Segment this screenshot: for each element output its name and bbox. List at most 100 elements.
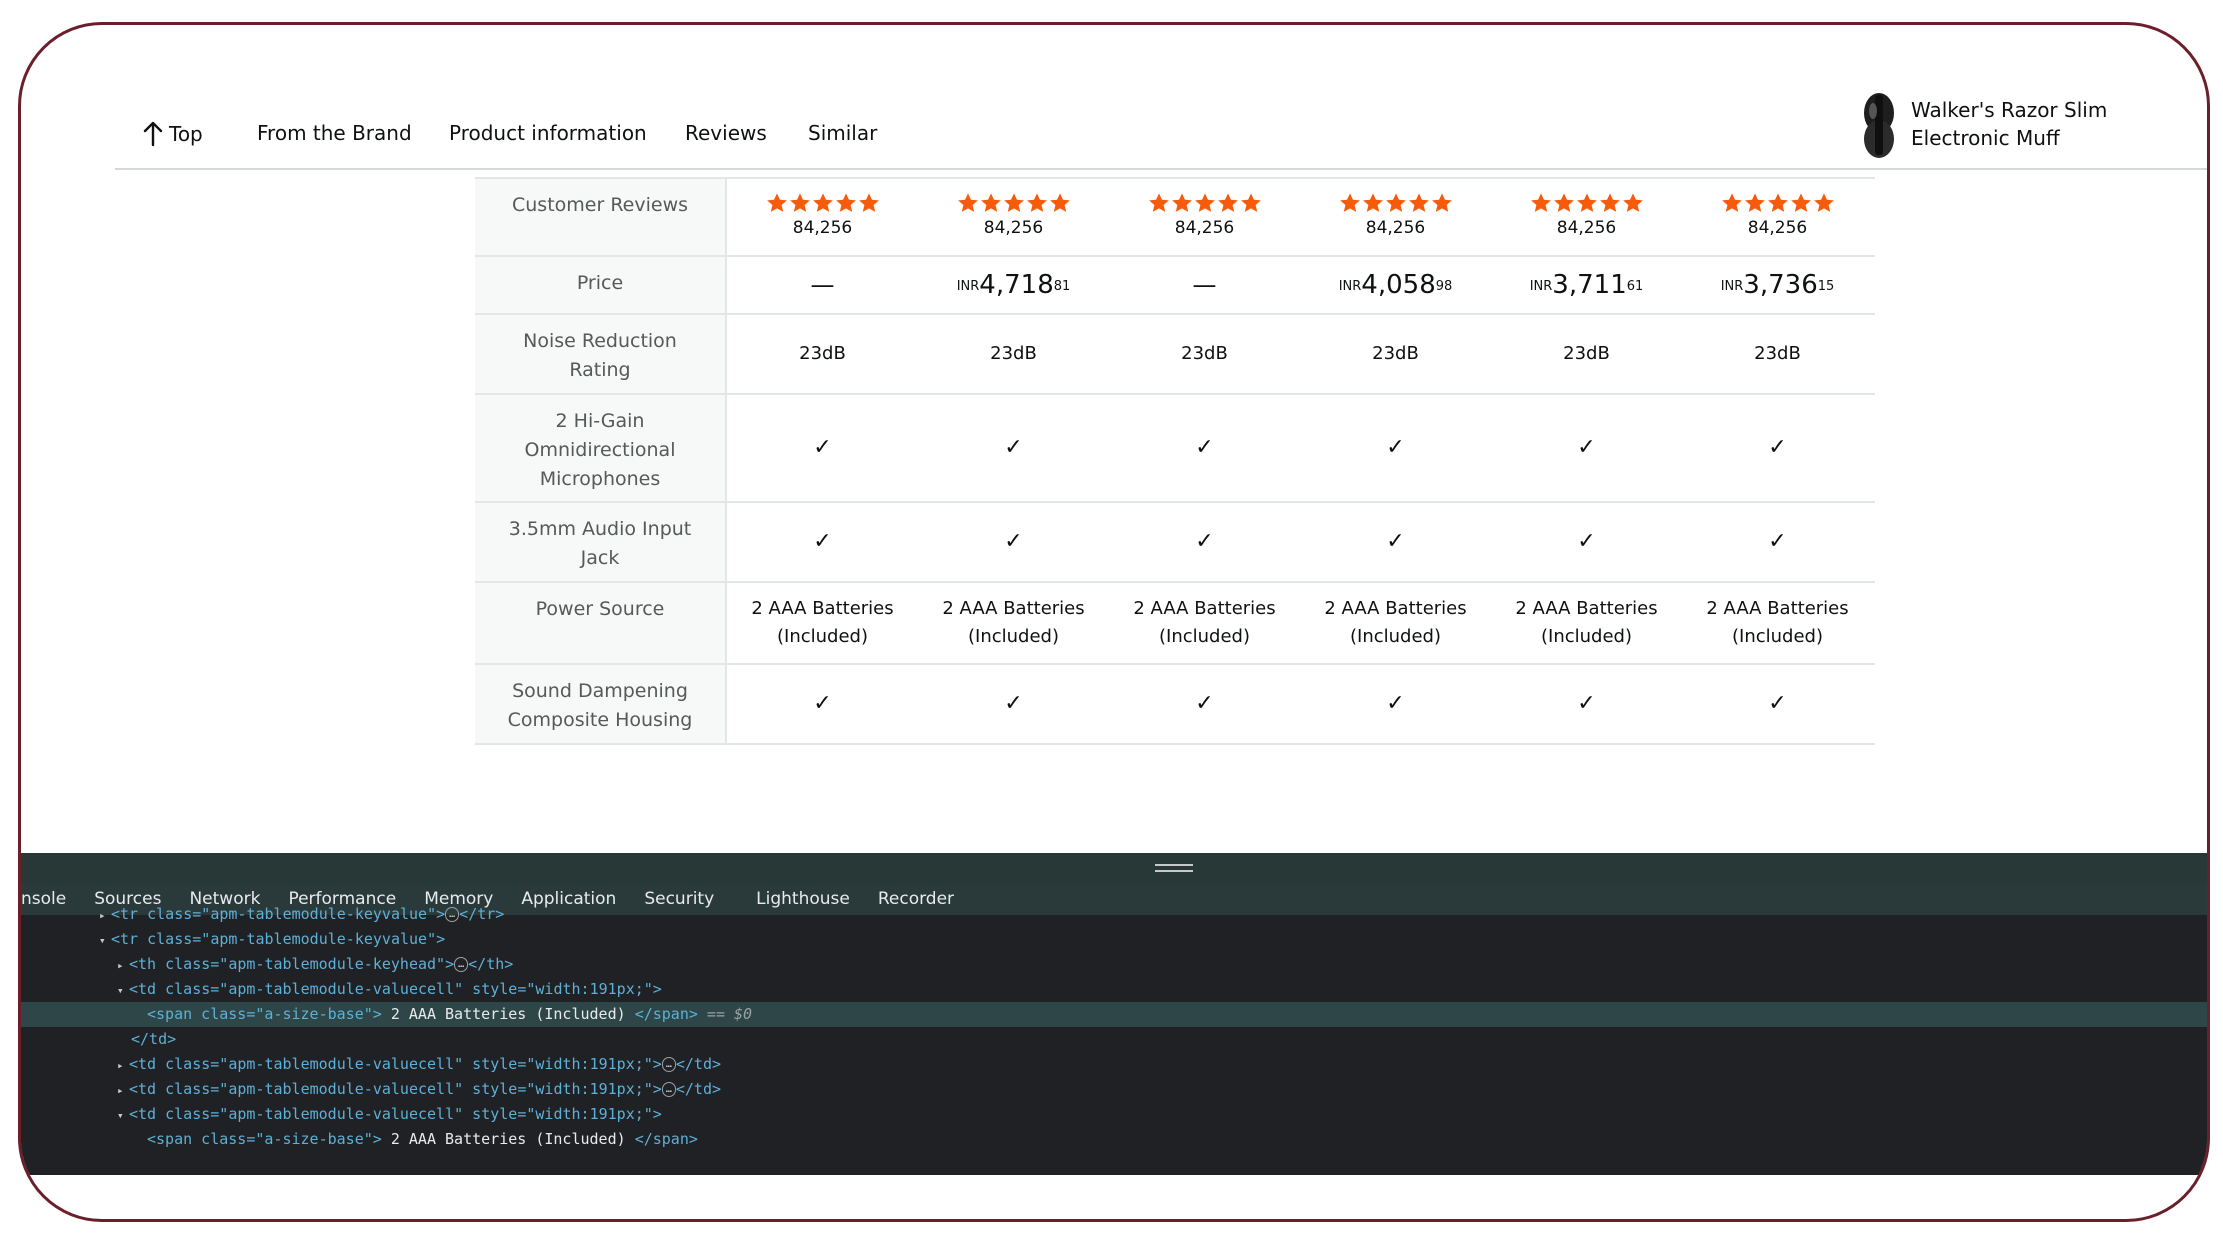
- star-icon: [789, 193, 810, 212]
- collapse-arrow-icon[interactable]: ▾: [99, 928, 111, 953]
- check-mark: ✓: [1386, 691, 1405, 716]
- star-icon: [1148, 193, 1169, 212]
- expand-arrow-icon[interactable]: ▸: [117, 1053, 129, 1078]
- row-label: Customer Reviews: [475, 179, 727, 255]
- check-mark: ✓: [1577, 529, 1596, 554]
- review-count: 84,256: [1174, 218, 1235, 238]
- review-cell[interactable]: 84,256: [1300, 179, 1491, 255]
- star-icon: [1767, 193, 1788, 212]
- dom-node-row[interactable]: ▾ <td class="apm-tablemodule-valuecell" s…: [21, 1102, 2207, 1127]
- check-mark: ✓: [1004, 691, 1023, 716]
- row-noise-reduction: Noise Reduction Rating 23dB 23dB 23dB 23…: [475, 315, 1875, 395]
- section-nav-bar: Top From the Brand Product information R…: [21, 25, 2207, 170]
- check-mark: ✓: [1004, 435, 1023, 460]
- nav-link-product-information[interactable]: Product information: [449, 121, 647, 145]
- star-icon: [858, 193, 879, 212]
- expand-arrow-icon[interactable]: ▸: [117, 953, 129, 978]
- review-count: 84,256: [792, 218, 853, 238]
- check-mark: ✓: [1768, 529, 1787, 554]
- star-icon: [1049, 193, 1070, 212]
- dom-node-row[interactable]: ▾ <tr class="apm-tablemodule-keyvalue">: [21, 927, 2207, 952]
- star-icon: [1744, 193, 1765, 212]
- price-value: INR3,71161: [1530, 271, 1644, 299]
- sticky-product-title[interactable]: Walker's Razor Slim Electronic Muff: [1911, 96, 2207, 152]
- price-fraction: 15: [1817, 279, 1835, 294]
- collapse-arrow-icon[interactable]: ▾: [117, 1103, 129, 1128]
- price-currency: INR: [1529, 279, 1553, 294]
- star-icon: [1599, 193, 1620, 212]
- elements-tree: ▸ <tr class="apm-tablemodule-keyvalue">… <…: [21, 905, 2207, 1175]
- code-tag: <td class="apm-tablemodule-valuecell" st…: [129, 1080, 662, 1098]
- star-icon: [1721, 193, 1742, 212]
- value-cell: 2 AAA Batteries (Included): [1324, 598, 1467, 647]
- nav-link-reviews[interactable]: Reviews: [685, 121, 767, 145]
- nav-link-similar[interactable]: Similar: [808, 121, 877, 145]
- value-cell: 2 AAA Batteries (Included): [751, 598, 894, 647]
- check-mark: ✓: [1768, 691, 1787, 716]
- row-composite-housing: Sound Dampening Composite Housing ✓ ✓ ✓ …: [475, 665, 1875, 745]
- star-icon: [980, 193, 1001, 212]
- collapse-arrow-icon[interactable]: ▾: [117, 978, 129, 1003]
- nav-top-link[interactable]: Top: [141, 121, 203, 147]
- star-rating: [1721, 192, 1835, 214]
- review-count: 84,256: [1365, 218, 1426, 238]
- code-tag: <td class="apm-tablemodule-valuecell" st…: [129, 1105, 662, 1123]
- review-cell[interactable]: 84,256: [727, 179, 918, 255]
- check-mark: ✓: [1195, 435, 1214, 460]
- code-tag: </span>: [634, 1130, 698, 1148]
- ellipsis-badge[interactable]: …: [454, 957, 469, 972]
- check-mark: ✓: [1004, 529, 1023, 554]
- price-whole: 3,711: [1552, 270, 1627, 300]
- expand-arrow-icon[interactable]: ▸: [117, 1078, 129, 1103]
- review-count: 84,256: [1556, 218, 1617, 238]
- dom-node-row[interactable]: ▸ <th class="apm-tablemodule-keyhead">… </…: [21, 952, 2207, 977]
- price-cell[interactable]: INR4,71881: [918, 257, 1109, 313]
- star-icon: [1408, 193, 1429, 212]
- ellipsis-badge[interactable]: …: [661, 1082, 676, 1097]
- dom-node-row[interactable]: ▸ <td class="apm-tablemodule-valuecell" s…: [21, 1077, 2207, 1102]
- check-mark: ✓: [1577, 691, 1596, 716]
- ellipsis-badge[interactable]: …: [661, 1057, 676, 1072]
- headphones-thumbnail[interactable]: [1861, 91, 1897, 159]
- dom-node-row[interactable]: ▸ <tr class="apm-tablemodule-keyvalue">… <…: [21, 902, 2207, 927]
- check-mark: ✓: [813, 435, 832, 460]
- devtools-resize-handle[interactable]: [21, 853, 2207, 883]
- code-tag: </td>: [131, 1030, 177, 1048]
- price-cell[interactable]: INR4,05898: [1300, 257, 1491, 313]
- star-icon: [835, 193, 856, 212]
- comparison-table: Customer Reviews 84,256 84,256 84,256 84…: [475, 177, 1875, 745]
- star-rating: [1339, 192, 1453, 214]
- review-cell[interactable]: 84,256: [1109, 179, 1300, 255]
- check-mark: ✓: [1195, 529, 1214, 554]
- expand-arrow-icon[interactable]: ▸: [99, 903, 111, 928]
- dom-node-row[interactable]: </td>: [21, 1027, 2207, 1052]
- star-icon: [1003, 193, 1024, 212]
- code-tag: <td class="apm-tablemodule-valuecell" st…: [129, 980, 662, 998]
- star-icon: [1385, 193, 1406, 212]
- value-cell: 23dB: [1181, 343, 1228, 364]
- row-customer-reviews: Customer Reviews 84,256 84,256 84,256 84…: [475, 177, 1875, 257]
- star-rating: [766, 192, 880, 214]
- review-cell[interactable]: 84,256: [1491, 179, 1682, 255]
- nav-link-from-the-brand[interactable]: From the Brand: [257, 121, 412, 145]
- screen-frame: Top From the Brand Product information R…: [18, 22, 2210, 1222]
- star-icon: [1813, 193, 1834, 212]
- review-cell[interactable]: 84,256: [1682, 179, 1873, 255]
- star-icon: [1026, 193, 1047, 212]
- row-label: Power Source: [475, 583, 727, 663]
- value-cell: 2 AAA Batteries (Included): [1133, 598, 1276, 647]
- check-mark: ✓: [813, 691, 832, 716]
- dom-node-row[interactable]: ▾ <td class="apm-tablemodule-valuecell" s…: [21, 977, 2207, 1002]
- dom-node-row-selected[interactable]: <span class="a-size-base"> 2 AAA Batteri…: [21, 1002, 2207, 1027]
- dom-node-row[interactable]: <span class="a-size-base"> 2 AAA Batteri…: [21, 1127, 2207, 1152]
- price-cell[interactable]: INR3,73615: [1682, 257, 1873, 313]
- star-icon: [1530, 193, 1551, 212]
- ellipsis-badge[interactable]: …: [445, 907, 460, 922]
- check-mark: ✓: [1386, 435, 1405, 460]
- price-cell[interactable]: INR3,71161: [1491, 257, 1682, 313]
- dom-node-row[interactable]: ▸ <td class="apm-tablemodule-valuecell" s…: [21, 1052, 2207, 1077]
- review-cell[interactable]: 84,256: [918, 179, 1109, 255]
- row-label: 2 Hi-Gain Omnidirectional Microphones: [475, 395, 727, 501]
- code-text: 2 AAA Batteries (Included): [381, 1130, 635, 1148]
- price-whole: 3,736: [1743, 270, 1818, 300]
